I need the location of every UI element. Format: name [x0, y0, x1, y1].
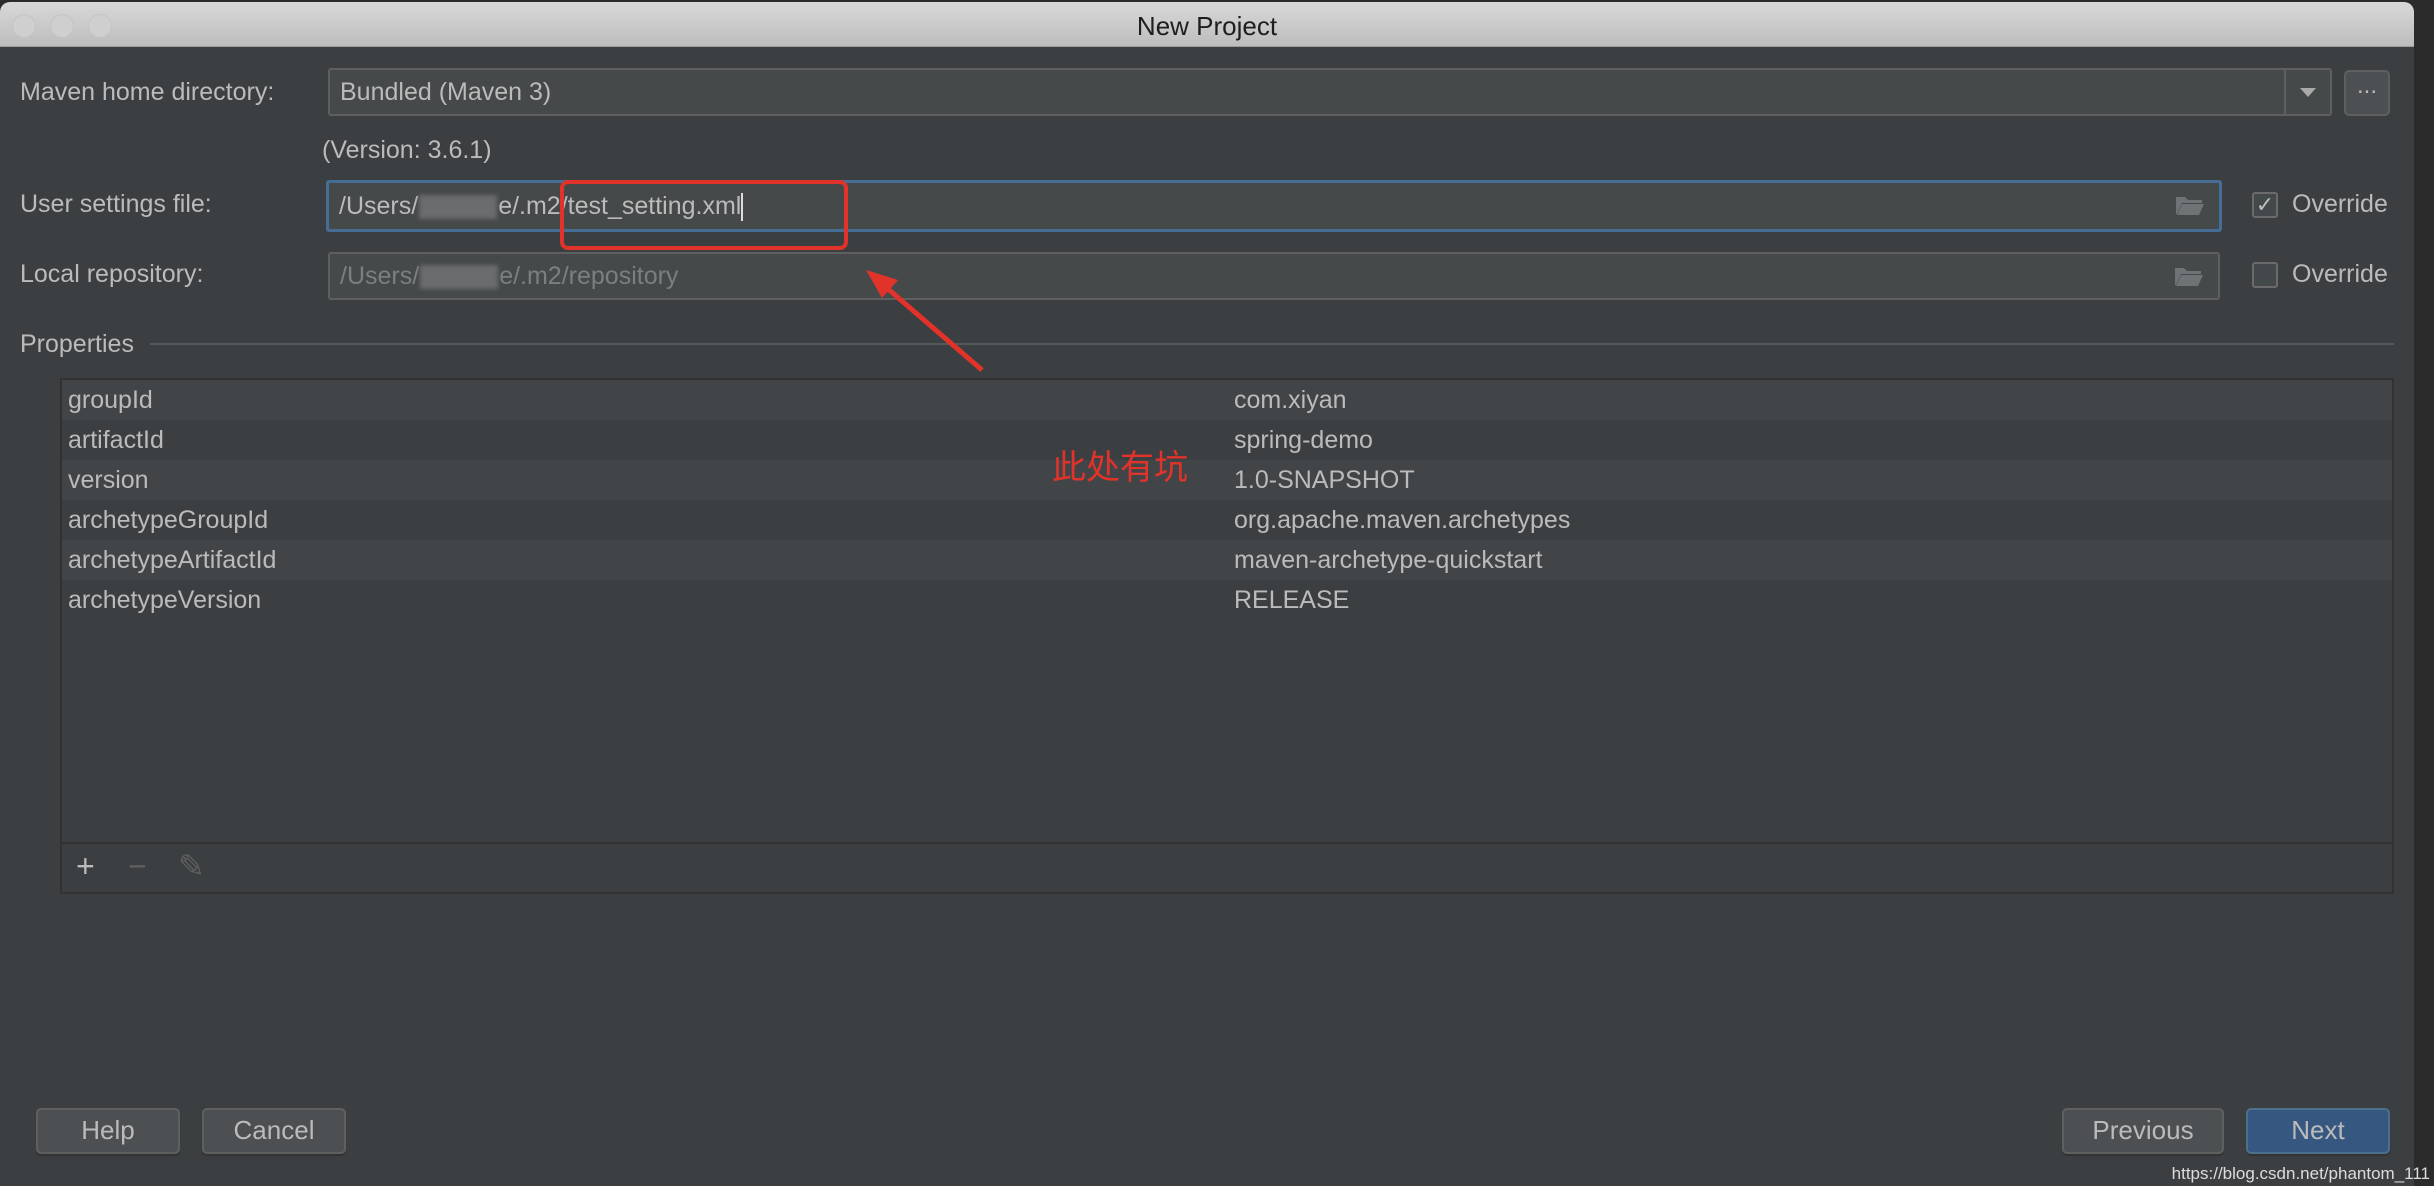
local-repository-label: Local repository:: [20, 260, 204, 288]
redacted-username: [420, 265, 499, 290]
property-key: version: [68, 466, 149, 494]
edit-icon[interactable]: ✎: [178, 850, 205, 882]
properties-section-label: Properties: [20, 330, 134, 358]
user-settings-label: User settings file:: [20, 190, 212, 218]
table-row[interactable]: groupId com.xiyan: [62, 380, 2392, 420]
chevron-down-icon[interactable]: [2284, 70, 2330, 114]
table-row[interactable]: archetypeGroupId org.apache.maven.archety…: [62, 500, 2392, 540]
table-row[interactable]: artifactId spring-demo: [62, 420, 2392, 460]
property-key: archetypeVersion: [68, 586, 262, 614]
next-button[interactable]: Next: [2246, 1108, 2390, 1154]
remove-icon[interactable]: −: [128, 850, 147, 882]
cancel-button[interactable]: Cancel: [202, 1108, 346, 1154]
property-value[interactable]: com.xiyan: [1234, 386, 1347, 415]
maven-home-browse-button[interactable]: ...: [2344, 70, 2390, 116]
property-value[interactable]: RELEASE: [1234, 586, 1349, 615]
previous-button[interactable]: Previous: [2062, 1108, 2224, 1154]
maven-home-combobox[interactable]: Bundled (Maven 3): [328, 68, 2332, 116]
maven-home-value: Bundled (Maven 3): [340, 78, 552, 106]
table-row[interactable]: archetypeVersion RELEASE: [62, 580, 2392, 620]
user-settings-override-checkbox[interactable]: ✓: [2252, 192, 2278, 218]
properties-table: groupId com.xiyan artifactId spring-demo ver…: [60, 378, 2394, 894]
local-repository-value: /Users/e/.m2/repository: [340, 262, 678, 291]
add-icon[interactable]: +: [76, 850, 95, 882]
help-button[interactable]: Help: [36, 1108, 180, 1154]
watermark: https://blog.csdn.net/phantom_111: [2171, 1164, 2430, 1183]
property-key: archetypeArtifactId: [68, 546, 277, 574]
section-divider: [150, 343, 2394, 345]
table-row[interactable]: archetypeArtifactId maven-archetype-quick…: [62, 540, 2392, 580]
folder-icon[interactable]: [2175, 195, 2205, 215]
new-project-dialog: New Project Maven home directory: Bundle…: [0, 2, 2414, 1186]
user-settings-override-label: Override: [2292, 190, 2388, 218]
property-key: archetypeGroupId: [68, 506, 269, 534]
annotation-highlight-box: [560, 180, 848, 250]
redacted-username: [419, 195, 498, 220]
maven-version-note: (Version: 3.6.1): [322, 136, 492, 164]
maven-home-label: Maven home directory:: [20, 78, 275, 106]
local-repository-input[interactable]: /Users/e/.m2/repository: [328, 252, 2220, 300]
folder-icon[interactable]: [2174, 266, 2204, 286]
path-prefix: /Users/: [340, 262, 420, 290]
property-key: groupId: [68, 386, 153, 414]
table-row[interactable]: version 1.0-SNAPSHOT: [62, 460, 2392, 500]
local-repository-override-checkbox[interactable]: [2252, 262, 2278, 288]
property-key: artifactId: [68, 426, 164, 454]
property-value[interactable]: 1.0-SNAPSHOT: [1234, 466, 1415, 495]
path-prefix: /Users/: [339, 192, 419, 220]
title-bar: New Project: [0, 2, 2414, 47]
window-title: New Project: [1136, 11, 1278, 41]
annotation-text: 此处有坑: [1052, 448, 1188, 488]
properties-toolbar: + − ✎: [62, 842, 2392, 892]
property-value[interactable]: maven-archetype-quickstart: [1234, 546, 1542, 575]
path-suffix: e/.m2/repository: [499, 262, 679, 290]
property-value[interactable]: org.apache.maven.archetypes: [1234, 506, 1570, 535]
property-value[interactable]: spring-demo: [1234, 426, 1373, 455]
local-repository-override-label: Override: [2292, 260, 2388, 288]
